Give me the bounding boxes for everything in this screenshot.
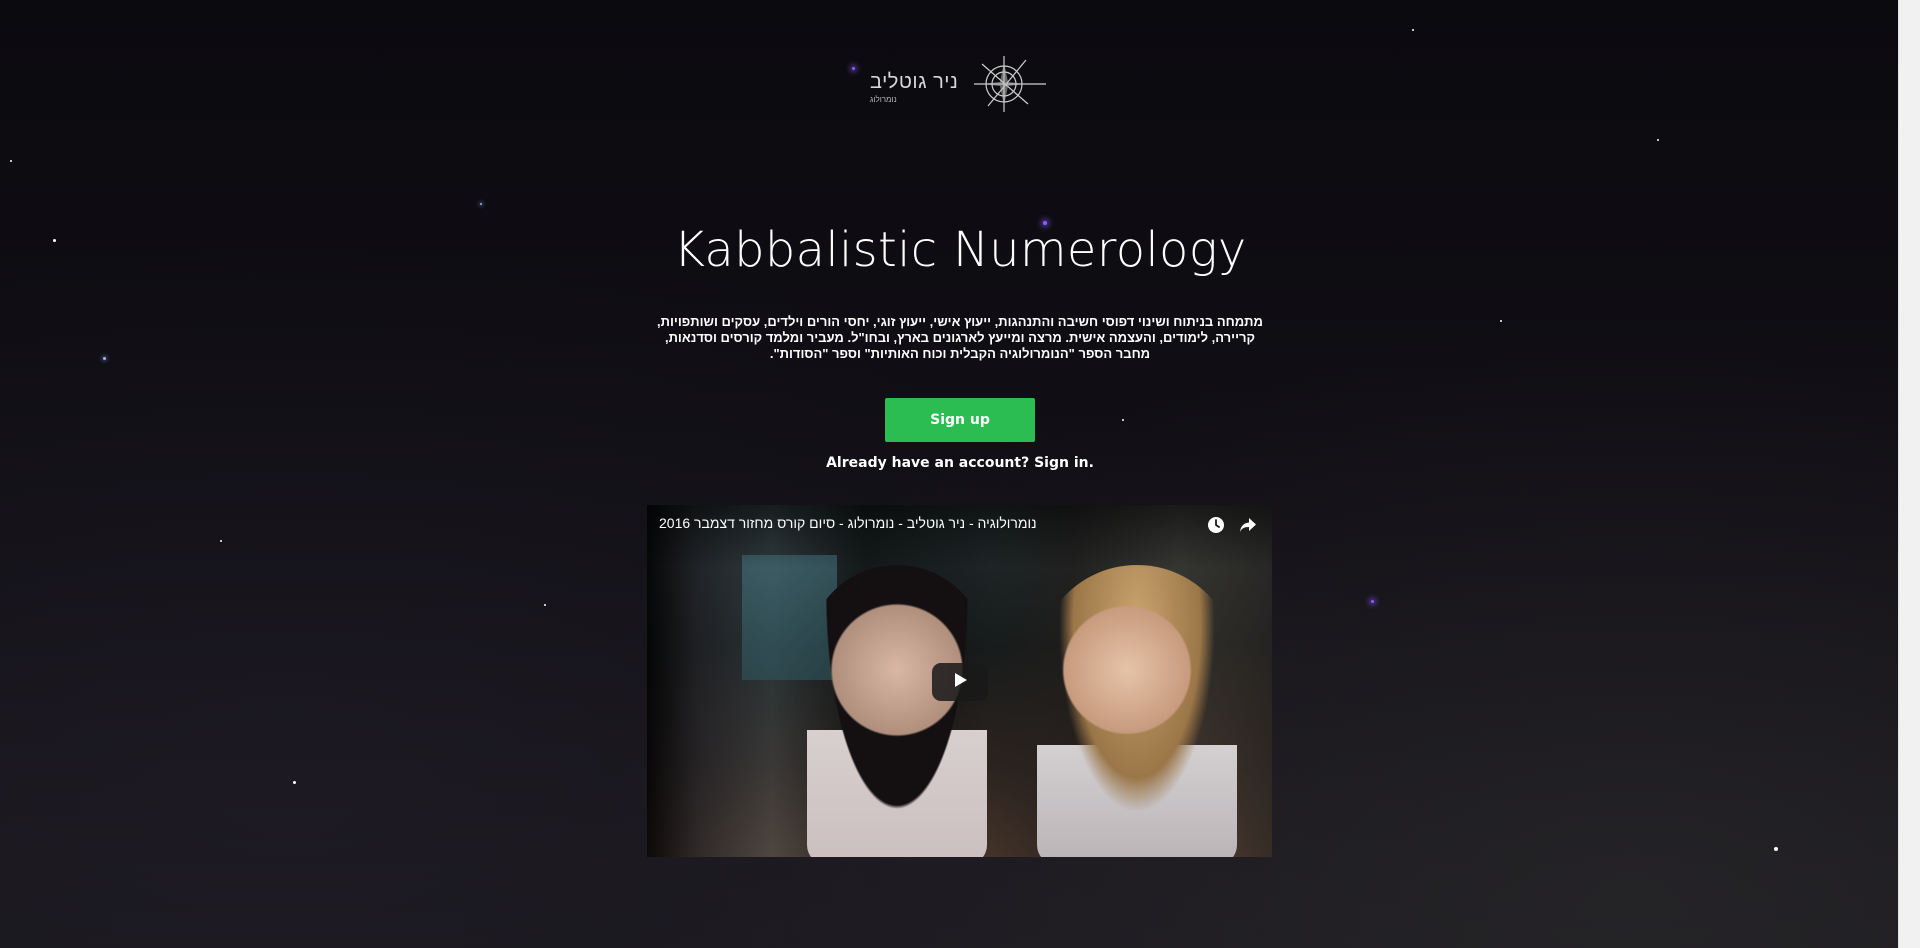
star-decoration [1500, 320, 1502, 322]
logo-subtitle: נומרולוג [870, 94, 897, 104]
share-icon[interactable] [1238, 515, 1258, 535]
signin-link[interactable]: Already have an account? Sign in. [0, 455, 1920, 471]
play-icon [951, 671, 969, 693]
watch-later-icon[interactable] [1206, 515, 1226, 535]
video-top-controls [1206, 515, 1258, 535]
star-decoration [1371, 600, 1374, 603]
star-decoration [1122, 419, 1124, 421]
star-decoration [293, 781, 296, 784]
site-logo[interactable]: ניר גוטליב נומרולוג [870, 52, 1050, 122]
star-decoration [544, 604, 546, 606]
star-decoration [1412, 29, 1414, 31]
video-title[interactable]: נומרולוגיה - ניר גוטליב - נומרולוג - סיו… [659, 515, 1182, 531]
video-player[interactable]: נומרולוגיה - ניר גוטליב - נומרולוג - סיו… [647, 505, 1272, 857]
page-scrollbar[interactable] [1898, 0, 1920, 948]
page-title: Kabbalistic Numerology [673, 222, 1247, 278]
hero-description: מתמחה בניתוח ושינוי דפוסי חשיבה והתנהגות… [657, 314, 1263, 361]
logo-text: ניר גוטליב נומרולוג [870, 71, 958, 104]
star-decoration [1774, 847, 1778, 851]
star-decoration [480, 203, 482, 205]
logo-name: ניר גוטליב [870, 70, 959, 93]
play-button[interactable] [932, 663, 988, 701]
star-decoration [103, 357, 106, 360]
star-decoration [852, 67, 855, 70]
star-decoration [10, 160, 12, 162]
star-decoration [1657, 139, 1659, 141]
star-decoration [220, 540, 222, 542]
compass-icon [966, 54, 1048, 120]
landing-page: ניר גוטליב נומרולוג Kabbalistic Numerolo… [0, 0, 1920, 948]
signup-button[interactable]: Sign up [885, 398, 1035, 442]
